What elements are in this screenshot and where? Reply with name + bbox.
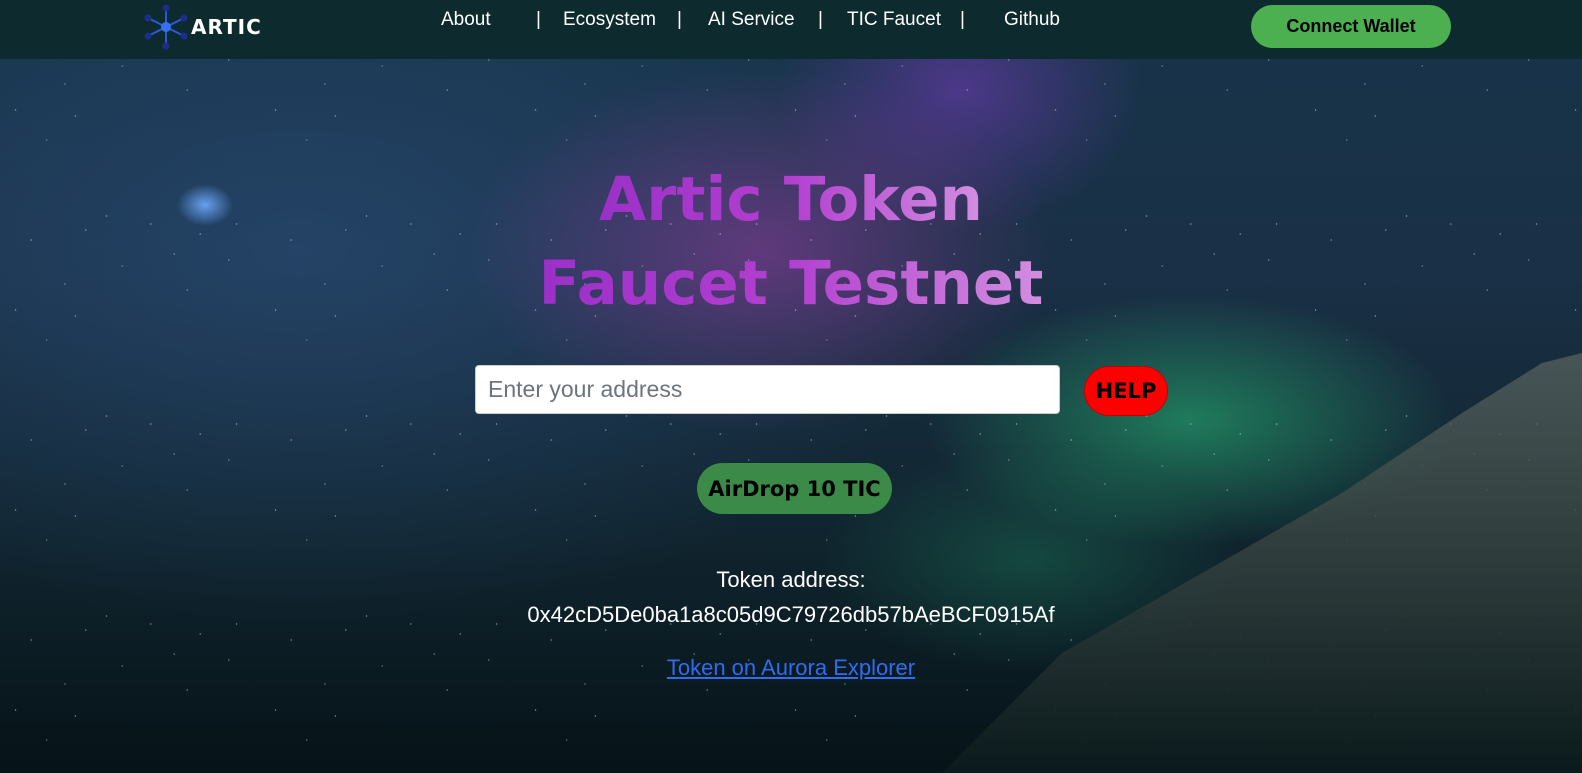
title-line-2: Faucet Testnet (538, 248, 1044, 319)
token-address-label: Token address: (716, 567, 866, 592)
nav-separator: | (818, 9, 823, 30)
airdrop-button[interactable]: AirDrop 10 TIC (697, 463, 892, 514)
network-nodes-icon (144, 4, 188, 50)
nav-ai-service[interactable]: AI Service (708, 9, 795, 31)
brand-logo[interactable]: ARTIC (143, 4, 262, 50)
top-navbar: ARTIC About | Ecosystem | AI Service | T… (0, 0, 1582, 59)
nav-separator: | (677, 9, 682, 30)
page-title: Artic Token Faucet Testnet (0, 158, 1582, 326)
aurora-explorer-link[interactable]: Token on Aurora Explorer (667, 655, 915, 680)
nav-ecosystem[interactable]: Ecosystem (563, 9, 656, 31)
explorer-link-container: Token on Aurora Explorer (0, 655, 1582, 681)
address-input[interactable] (475, 365, 1060, 414)
nav-tic-faucet[interactable]: TIC Faucet (847, 9, 941, 31)
nav-separator: | (536, 9, 541, 30)
nav-about[interactable]: About (441, 9, 491, 31)
token-address-value: 0x42cD5De0ba1a8c05d9C79726db57bAeBCF0915… (527, 602, 1055, 627)
nav-separator: | (960, 9, 965, 30)
help-button[interactable]: HELP (1084, 366, 1168, 416)
connect-wallet-button[interactable]: Connect Wallet (1251, 5, 1451, 48)
title-line-1: Artic Token (599, 164, 983, 235)
logo-text: ARTIC (191, 15, 262, 39)
nav-github[interactable]: Github (1004, 9, 1060, 31)
